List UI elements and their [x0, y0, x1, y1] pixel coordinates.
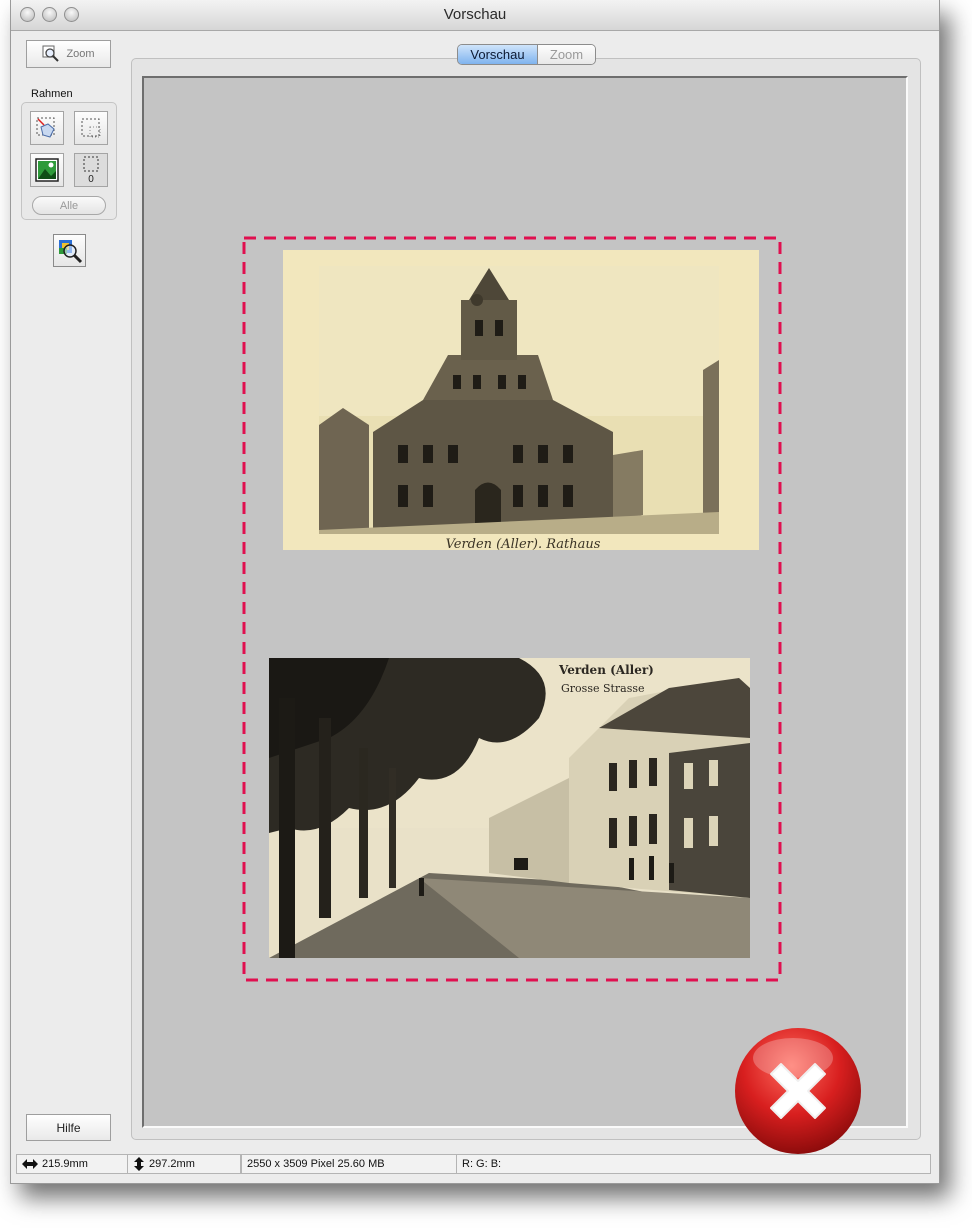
status-width: 215.9mm: [42, 1158, 88, 1170]
select-all-frames-button[interactable]: Alle: [32, 196, 106, 215]
horizontal-arrow-icon: [22, 1159, 38, 1169]
window-title: Vorschau: [443, 6, 507, 23]
tab-zoom[interactable]: Zoom: [538, 45, 595, 64]
auto-zoom-icon: [58, 239, 82, 263]
scan-selection-frame[interactable]: [242, 236, 782, 982]
scanner-preview-window: Vorschau Zoom Rahmen 0 Alle Hilfe Vorsch…: [10, 0, 940, 1184]
error-x-icon: [735, 1028, 861, 1154]
status-rgb: R: G: B:: [457, 1154, 931, 1174]
marquee-select-icon: [36, 117, 55, 138]
status-height: 297.2mm: [149, 1158, 195, 1170]
vertical-arrow-icon: [134, 1157, 144, 1171]
marquee-icon: [81, 118, 101, 138]
view-toggle: Vorschau Zoom: [457, 44, 596, 65]
zoom-button[interactable]: Zoom: [26, 40, 111, 68]
zoom-button-label: Zoom: [66, 48, 95, 60]
title-bar[interactable]: Vorschau: [11, 0, 939, 31]
frame-count-indicator: 0: [74, 153, 108, 187]
frame-count-icon: 0: [83, 156, 99, 185]
thumbnail-button[interactable]: [30, 153, 64, 187]
status-height-field: 297.2mm: [128, 1154, 241, 1174]
help-button[interactable]: Hilfe: [26, 1114, 111, 1141]
frame-select-button[interactable]: [30, 111, 64, 145]
frame-group: 0 Alle: [21, 102, 117, 220]
status-pixel-info: 2550 x 3509 Pixel 25.60 MB: [241, 1154, 457, 1174]
magnifier-icon: [42, 45, 60, 62]
status-width-field: 215.9mm: [16, 1154, 128, 1174]
frame-clear-button[interactable]: [74, 111, 108, 145]
auto-zoom-button[interactable]: [53, 234, 86, 267]
frame-count-value: 0: [88, 174, 94, 185]
thumbnail-image-icon: [35, 158, 59, 182]
tab-vorschau[interactable]: Vorschau: [458, 45, 538, 64]
frame-group-label: Rahmen: [31, 88, 73, 100]
